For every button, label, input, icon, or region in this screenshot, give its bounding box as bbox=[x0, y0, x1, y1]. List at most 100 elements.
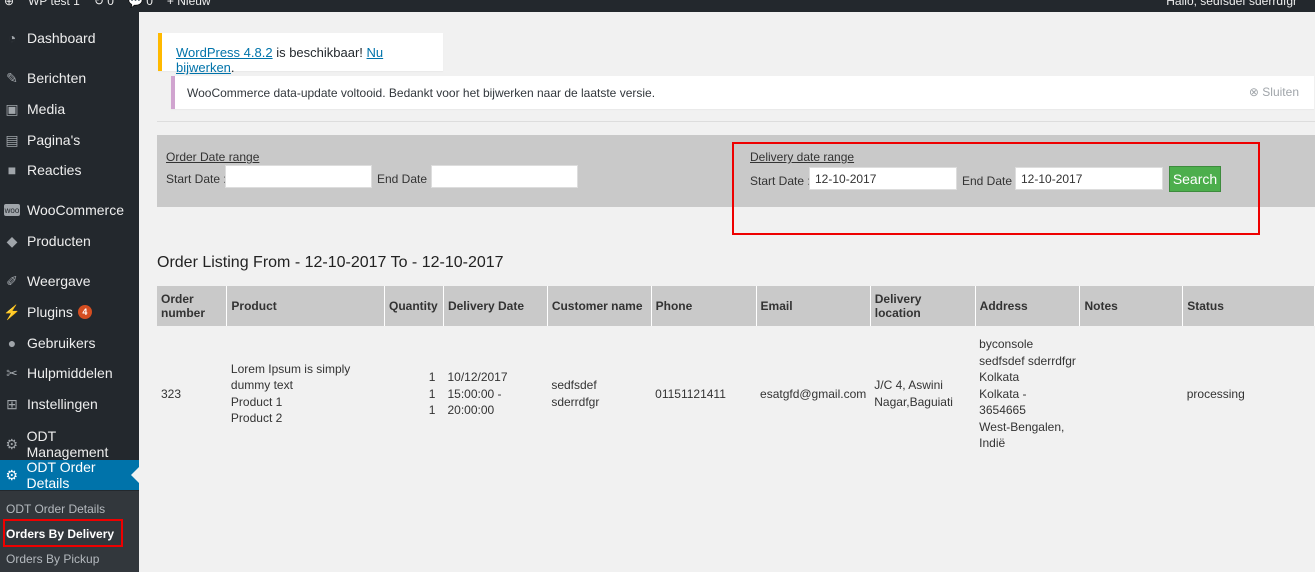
menu-gebruikers[interactable]: ● Gebruikers bbox=[0, 328, 139, 358]
divider bbox=[157, 121, 1315, 122]
notes-cell bbox=[1079, 326, 1183, 462]
column-header-order-number: Order number bbox=[157, 286, 228, 326]
order-number-cell: 323 bbox=[157, 326, 227, 462]
comments-icon: ■ bbox=[7, 162, 17, 178]
column-header-notes: Notes bbox=[1079, 286, 1184, 326]
quantity-line: 1 bbox=[428, 386, 436, 401]
menu-label: Instellingen bbox=[27, 396, 98, 412]
menu-label: Berichten bbox=[27, 70, 87, 86]
column-header-customer-name: Customer name bbox=[547, 286, 652, 326]
dismiss-label: Sluiten bbox=[1262, 85, 1299, 99]
menu-plugins[interactable]: ⚡ Plugins 4 bbox=[0, 297, 139, 327]
delivery-date-cell: 10/12/2017 15:00:00 - 20:00:00 bbox=[443, 326, 548, 462]
admin-sidebar: ◔ Dashboard ✎ Berichten ▣ Media ▤ Pagina… bbox=[0, 12, 139, 572]
submenu-orders-by-pickup[interactable]: Orders By Pickup bbox=[6, 552, 99, 566]
comments-count: 0 bbox=[146, 0, 153, 8]
menu-label: Reacties bbox=[27, 162, 82, 178]
users-icon: ● bbox=[7, 335, 17, 351]
menu-label: Weergave bbox=[27, 273, 91, 289]
settings-icon: ⊞ bbox=[6, 395, 18, 412]
pages-icon: ▤ bbox=[5, 131, 19, 148]
wordpress-logo-icon[interactable]: ⊕ bbox=[4, 0, 14, 8]
delivery-date-line: 10/12/2017 bbox=[447, 370, 508, 384]
address-cell: byconsole sedfsdef sderrdfgr Kolkata Kol… bbox=[975, 326, 1080, 462]
product-line: Product 2 bbox=[230, 411, 283, 426]
column-header-status: Status bbox=[1182, 286, 1315, 326]
pin-icon: ✎ bbox=[6, 69, 18, 86]
location-line: J/C 4, Aswini bbox=[874, 378, 943, 393]
wordpress-version-link[interactable]: WordPress 4.8.2 bbox=[176, 45, 273, 60]
column-header-product: Product bbox=[226, 286, 385, 326]
site-name-link[interactable]: WP test 1 bbox=[28, 0, 80, 8]
address-line: byconsole bbox=[979, 337, 1034, 351]
new-label: Nieuw bbox=[177, 0, 211, 8]
menu-producten[interactable]: ◆ Producten bbox=[0, 226, 139, 256]
user-greeting[interactable]: Hallo, sedfsdef sderrdfgr bbox=[1166, 0, 1297, 8]
updates-count: 0 bbox=[107, 0, 114, 8]
order-listing-title: Order Listing From - 12-10-2017 To - 12-… bbox=[157, 254, 504, 271]
tools-icon: ✂ bbox=[6, 364, 18, 381]
plugins-update-badge: 4 bbox=[77, 305, 92, 319]
order-date-range-title: Order Date range bbox=[166, 150, 260, 164]
order-end-date-input[interactable] bbox=[431, 165, 578, 188]
highlight-box-delivery-range bbox=[732, 142, 1260, 235]
customer-name-cell: sedfsdef sderrdfgr bbox=[547, 326, 652, 462]
address-line: Indië bbox=[979, 436, 1006, 450]
highlight-box-submenu bbox=[3, 519, 123, 547]
order-end-date-label: End Date : bbox=[377, 172, 434, 186]
column-header-delivery-date: Delivery Date bbox=[443, 286, 548, 326]
appearance-icon: ✐ bbox=[6, 272, 18, 289]
column-header-address: Address bbox=[975, 286, 1081, 326]
column-header-quantity: Quantity bbox=[384, 286, 444, 326]
menu-reacties[interactable]: ■ Reacties bbox=[0, 155, 139, 185]
menu-label: Gebruikers bbox=[27, 335, 96, 351]
media-icon: ▣ bbox=[5, 100, 19, 117]
dismiss-button[interactable]: ⊗ Sluiten bbox=[1249, 85, 1299, 99]
woocommerce-update-notice: WooCommerce data-update voltooid. Bedank… bbox=[171, 76, 1314, 109]
column-header-email: Email bbox=[756, 286, 871, 326]
submenu-odt-order-details[interactable]: ODT Order Details bbox=[6, 502, 105, 516]
menu-paginas[interactable]: ▤ Pagina's bbox=[0, 125, 139, 155]
table-header-row: Order number Product Quantity Delivery D… bbox=[157, 286, 1315, 326]
gear-icon: ⚙ bbox=[5, 466, 19, 483]
products-icon: ◆ bbox=[6, 232, 18, 249]
status-cell: processing bbox=[1182, 326, 1315, 462]
woocommerce-icon: woo bbox=[4, 204, 20, 216]
column-header-phone: Phone bbox=[651, 286, 757, 326]
updates-link[interactable]: ↻ 0 bbox=[94, 0, 114, 8]
product-line: Lorem Ipsum is simply dummy text bbox=[230, 361, 351, 393]
menu-woocommerce[interactable]: woo WooCommerce bbox=[0, 195, 139, 225]
table-row: 323 Lorem Ipsum is simply dummy text Pro… bbox=[157, 326, 1315, 462]
menu-odt-management[interactable]: ⚙ ODT Management bbox=[0, 428, 139, 460]
menu-hulpmiddelen[interactable]: ✂ Hulpmiddelen bbox=[0, 358, 139, 388]
location-line: Nagar,Baguiati bbox=[874, 394, 953, 409]
plugins-icon: ⚡ bbox=[3, 303, 21, 320]
woocommerce-notice-text: WooCommerce data-update voltooid. Bedank… bbox=[187, 86, 656, 100]
menu-instellingen[interactable]: ⊞ Instellingen bbox=[0, 389, 139, 419]
address-line: sedfsdef sderrdfgr bbox=[979, 353, 1076, 368]
comments-link[interactable]: 💬 0 bbox=[128, 0, 153, 8]
menu-odt-order-details[interactable]: ⚙ ODT Order Details bbox=[0, 459, 139, 491]
close-icon: ⊗ bbox=[1248, 85, 1259, 99]
menu-berichten[interactable]: ✎ Berichten bbox=[0, 63, 139, 93]
menu-label: ODT Order Details bbox=[26, 459, 96, 491]
order-start-date-input[interactable] bbox=[225, 165, 372, 188]
delivery-date-line: 20:00:00 bbox=[447, 403, 495, 417]
new-content-link[interactable]: + Nieuw bbox=[167, 0, 211, 8]
menu-weergave[interactable]: ✐ Weergave bbox=[0, 266, 139, 296]
menu-label: Producten bbox=[27, 233, 91, 249]
delivery-date-line: 15:00:00 - bbox=[447, 386, 502, 401]
address-line: Kolkata - 3654665 bbox=[979, 386, 1027, 418]
order-start-date-label: Start Date : bbox=[166, 172, 227, 186]
menu-dashboard[interactable]: ◔ Dashboard bbox=[0, 23, 139, 53]
email-cell: esatgfd@gmail.com bbox=[756, 326, 871, 462]
product-line: Product 1 bbox=[230, 394, 283, 409]
update-notice-text: is beschikbaar! bbox=[272, 45, 367, 60]
orders-table: Order number Product Quantity Delivery D… bbox=[157, 286, 1315, 462]
wordpress-update-notice: WordPress 4.8.2 is beschikbaar! Nu bijwe… bbox=[158, 33, 443, 75]
menu-media[interactable]: ▣ Media bbox=[0, 94, 139, 124]
product-cell: Lorem Ipsum is simply dummy text Product… bbox=[226, 326, 385, 462]
menu-label: Dashboard bbox=[27, 30, 96, 46]
phone-cell: 01151121411 bbox=[651, 326, 757, 462]
address-line: Kolkata bbox=[979, 370, 1020, 384]
